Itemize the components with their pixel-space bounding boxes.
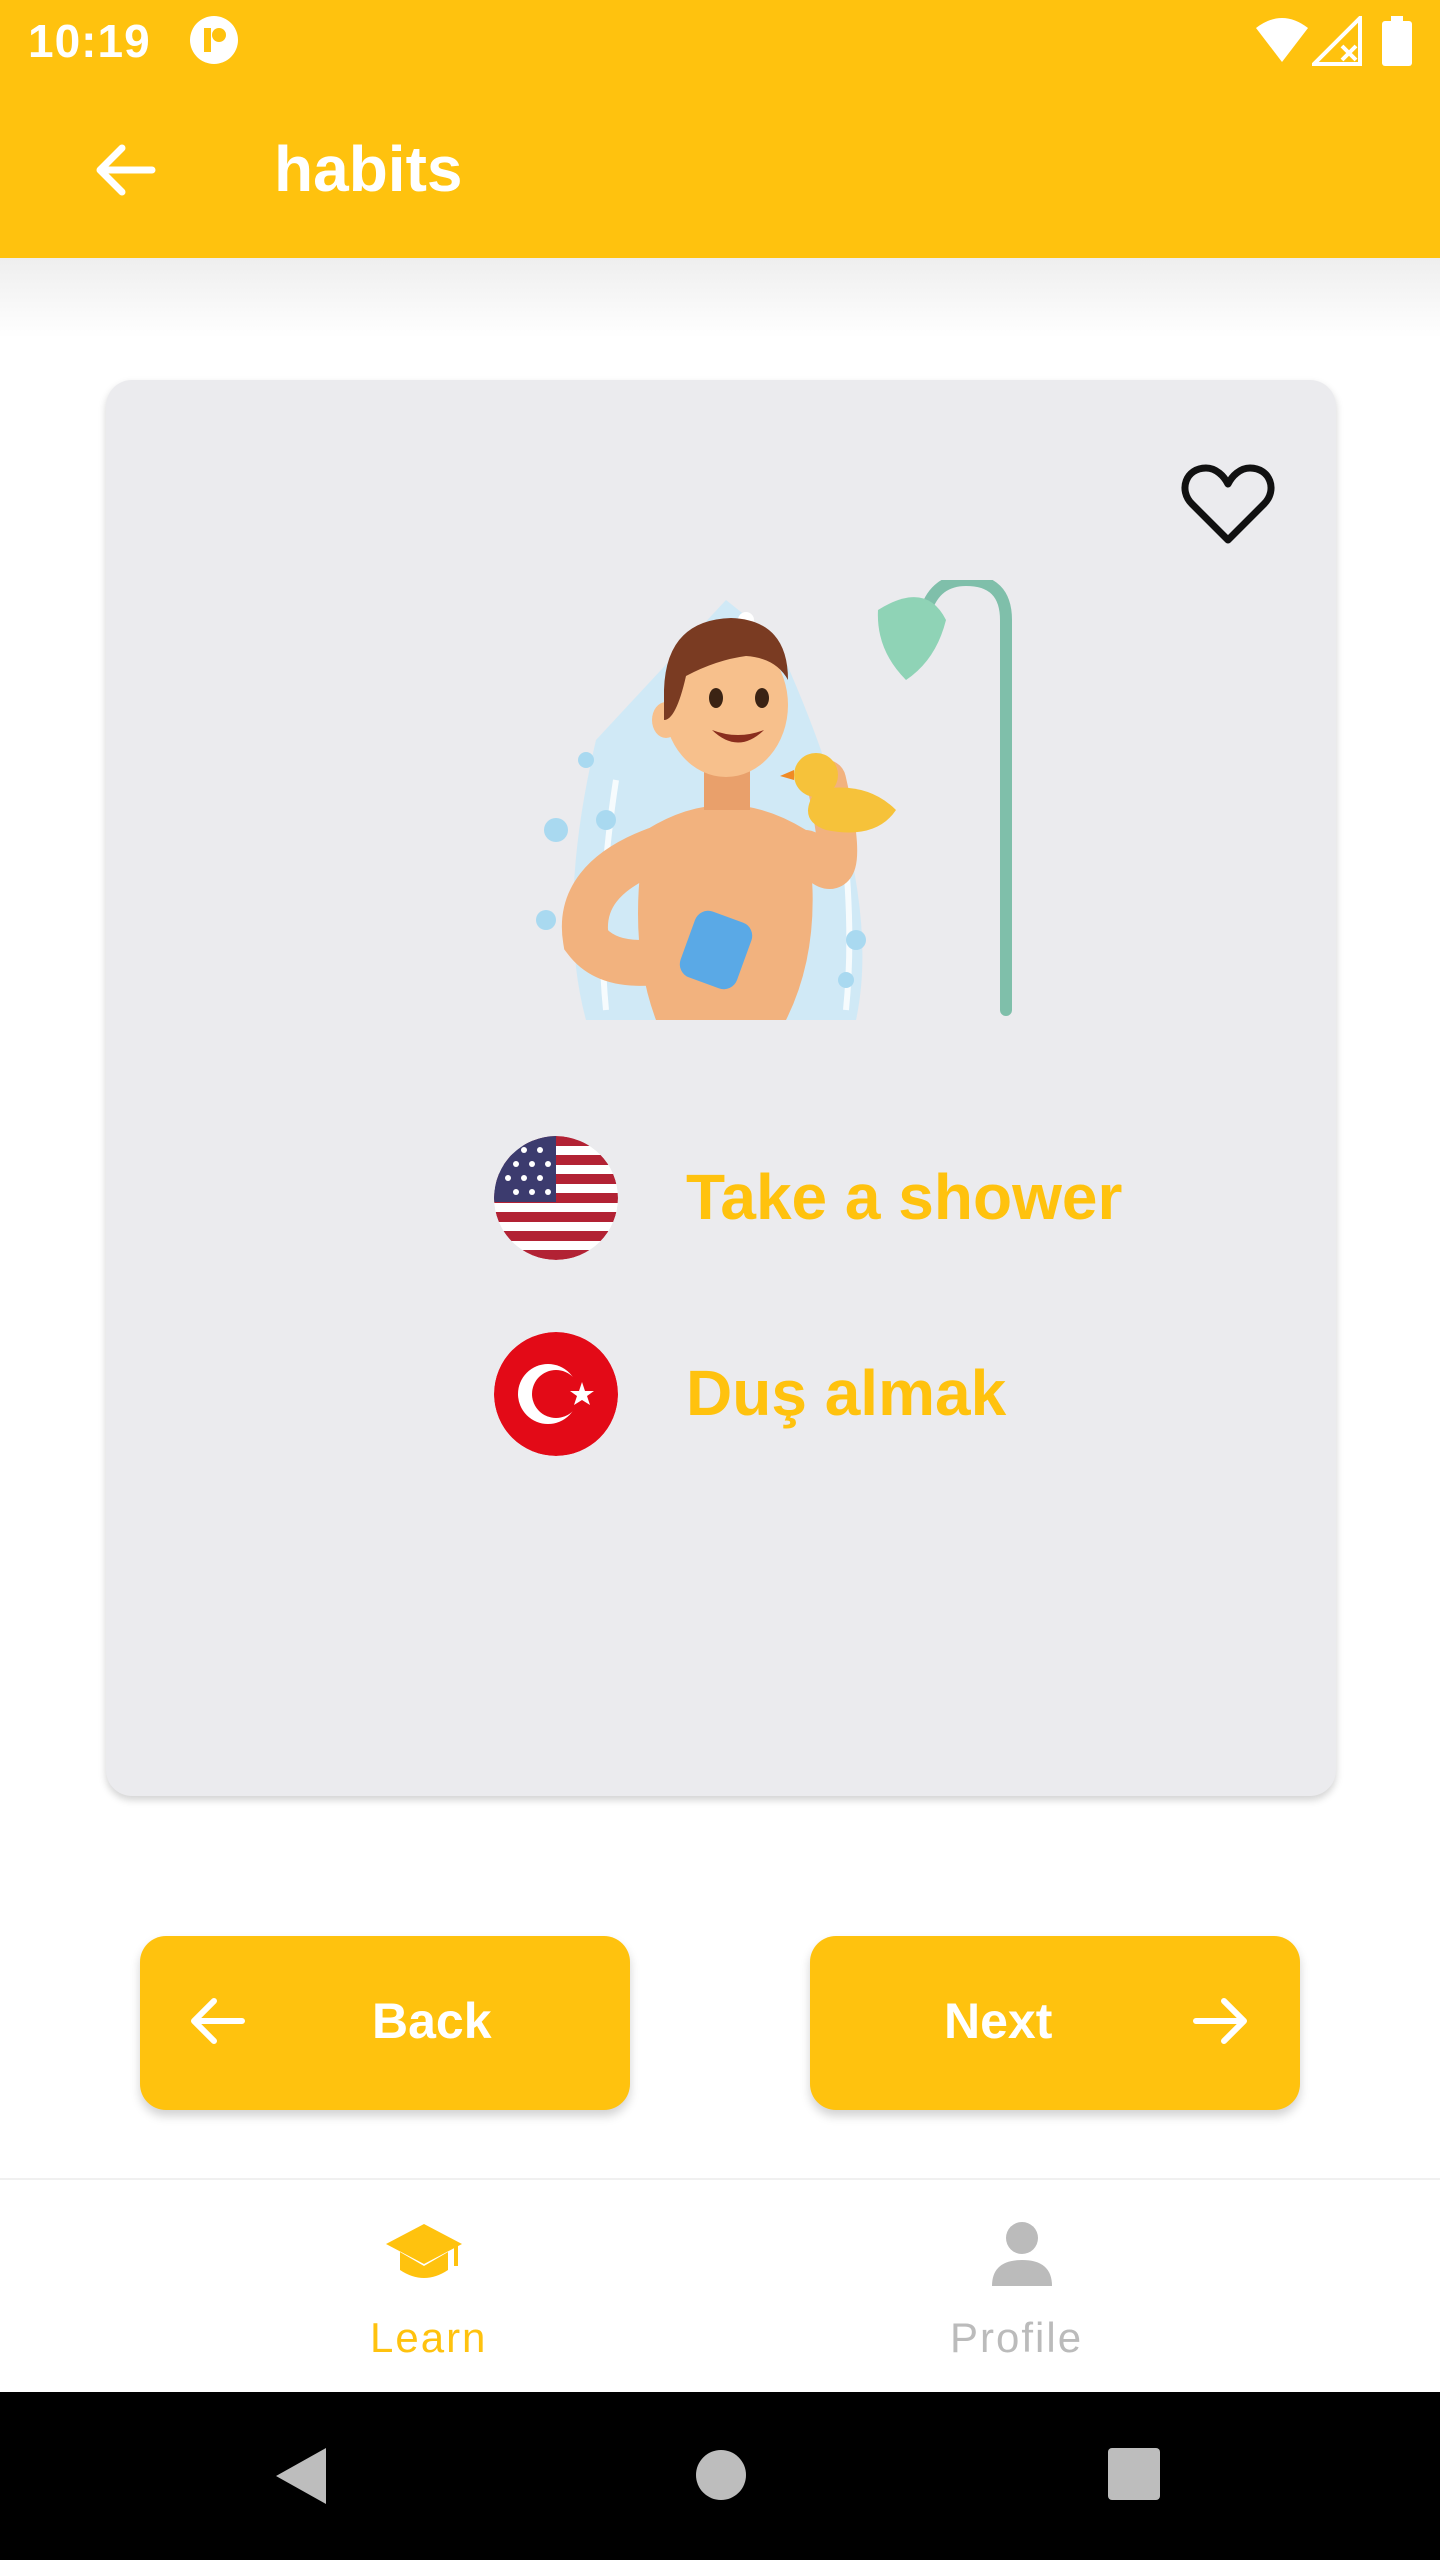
turkey-flag-icon — [494, 1332, 618, 1456]
english-word: Take a shower — [686, 1161, 1123, 1233]
nav-item-profile[interactable]: Profile — [720, 2180, 1440, 2394]
system-navigation-bar — [0, 2392, 1440, 2560]
wifi-icon — [1256, 18, 1308, 62]
person-icon — [992, 2222, 1052, 2286]
bottom-navigation: Learn Profile — [0, 2178, 1440, 2394]
graduation-cap-icon — [386, 2224, 462, 2278]
status-bar: 10:19 — [0, 0, 1440, 84]
us-flag-icon — [494, 1136, 618, 1260]
page-title: habits — [274, 133, 463, 205]
signal-icon — [1312, 16, 1362, 66]
arrow-left-icon — [191, 1998, 245, 2044]
nav-label-profile: Profile — [950, 2314, 1084, 2361]
app-bar-shadow — [0, 258, 1440, 338]
nav-item-learn[interactable]: Learn — [0, 2180, 720, 2394]
status-time: 10:19 — [28, 15, 151, 67]
next-button-label: Next — [944, 1993, 1053, 2049]
system-home-icon[interactable] — [694, 2448, 748, 2502]
turkish-word: Duş almak — [686, 1357, 1007, 1429]
arrow-right-icon — [1193, 1998, 1247, 2044]
back-button[interactable]: Back — [140, 1936, 630, 2110]
app-notification-icon — [190, 16, 238, 64]
battery-icon — [1382, 16, 1412, 66]
system-back-icon[interactable] — [270, 2444, 332, 2508]
arrow-left-icon[interactable] — [90, 134, 162, 206]
boy-taking-shower-illustration — [536, 580, 1012, 1020]
back-button-label: Back — [372, 1993, 492, 2049]
nav-label-learn: Learn — [370, 2314, 488, 2361]
heart-outline-icon[interactable] — [1180, 460, 1276, 546]
next-button[interactable]: Next — [810, 1936, 1300, 2110]
flashcard: Take a shower Duş almak — [106, 380, 1336, 1796]
app-bar: habits — [0, 84, 1440, 258]
system-recents-icon[interactable] — [1108, 2448, 1160, 2500]
